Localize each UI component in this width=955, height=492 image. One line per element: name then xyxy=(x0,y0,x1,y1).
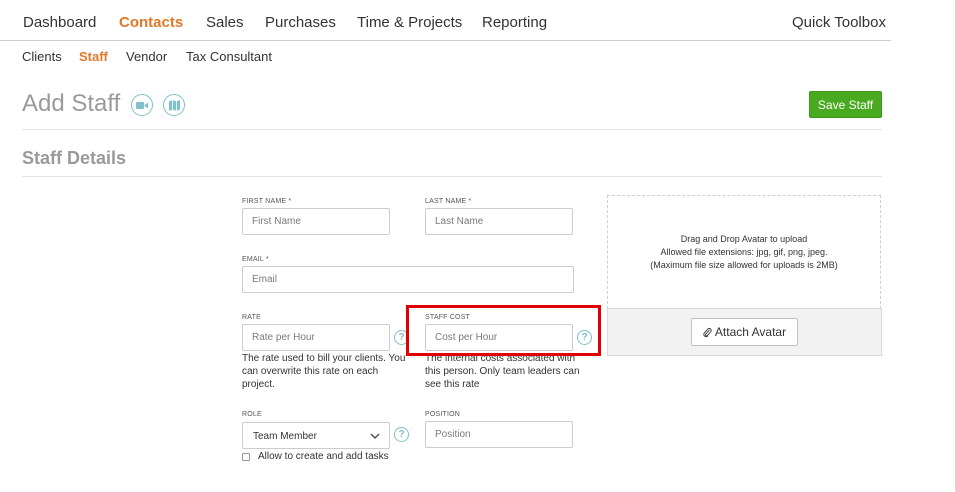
email-label: EMAIL * xyxy=(242,256,269,263)
role-select[interactable]: Team Member xyxy=(242,422,390,449)
position-label: POSITION xyxy=(425,411,461,418)
rate-help-icon[interactable]: ? xyxy=(394,330,409,345)
nav-dashboard[interactable]: Dashboard xyxy=(23,14,96,31)
map-icon[interactable] xyxy=(163,94,185,116)
paperclip-icon xyxy=(703,327,712,337)
email-input[interactable] xyxy=(242,266,574,293)
nav-contacts[interactable]: Contacts xyxy=(119,14,183,31)
staff-cost-help-icon[interactable]: ? xyxy=(577,330,592,345)
header-divider xyxy=(22,129,882,130)
video-camera-icon[interactable] xyxy=(131,94,153,116)
page-title: Add Staff xyxy=(22,90,121,117)
first-name-input[interactable] xyxy=(242,208,390,235)
role-label: ROLE xyxy=(242,411,262,418)
position-input[interactable] xyxy=(425,421,573,448)
attach-avatar-button[interactable]: Attach Avatar xyxy=(691,318,798,346)
rate-input[interactable] xyxy=(242,324,390,351)
section-title: Staff Details xyxy=(22,148,127,168)
chevron-down-icon xyxy=(370,433,380,440)
role-help-icon[interactable]: ? xyxy=(394,427,409,442)
rate-label: RATE xyxy=(242,314,261,321)
section-divider xyxy=(22,176,882,177)
subnav-clients[interactable]: Clients xyxy=(22,49,62,64)
role-select-value: Team Member xyxy=(253,431,317,442)
nav-purchases[interactable]: Purchases xyxy=(265,14,336,31)
dropzone-line1: Drag and Drop Avatar to upload xyxy=(680,234,808,244)
avatar-dropzone[interactable]: Drag and Drop Avatar to upload Allowed f… xyxy=(607,195,881,309)
dropzone-line3: (Maximum file size allowed for uploads i… xyxy=(650,260,838,270)
allow-tasks-label[interactable]: Allow to create and add tasks xyxy=(258,451,389,462)
allow-tasks-checkbox[interactable] xyxy=(242,453,250,461)
nav-time-projects[interactable]: Time & Projects xyxy=(357,14,462,31)
main-nav: Dashboard Contacts Sales Purchases Time … xyxy=(0,0,891,41)
last-name-input[interactable] xyxy=(425,208,573,235)
first-name-label: FIRST NAME * xyxy=(242,198,292,205)
staff-cost-label: STAFF COST xyxy=(425,314,471,321)
subnav-staff[interactable]: Staff xyxy=(79,49,108,64)
save-staff-button[interactable]: Save Staff xyxy=(809,91,882,118)
staff-cost-help-text: The internal costs associated with this … xyxy=(425,353,580,390)
dropzone-line2: Allowed file extensions: jpg, gif, png, … xyxy=(660,247,828,257)
subnav-vendor[interactable]: Vendor xyxy=(126,49,167,64)
attach-avatar-label: Attach Avatar xyxy=(714,325,787,339)
rate-help-text: The rate used to bill your clients. You … xyxy=(242,353,406,390)
subnav-tax-consultant[interactable]: Tax Consultant xyxy=(186,49,272,64)
nav-reporting[interactable]: Reporting xyxy=(482,14,547,31)
quick-toolbox-link[interactable]: Quick Toolbox xyxy=(792,14,886,31)
last-name-label: LAST NAME * xyxy=(425,198,472,205)
staff-cost-input[interactable] xyxy=(425,324,573,351)
nav-sales[interactable]: Sales xyxy=(206,14,244,31)
